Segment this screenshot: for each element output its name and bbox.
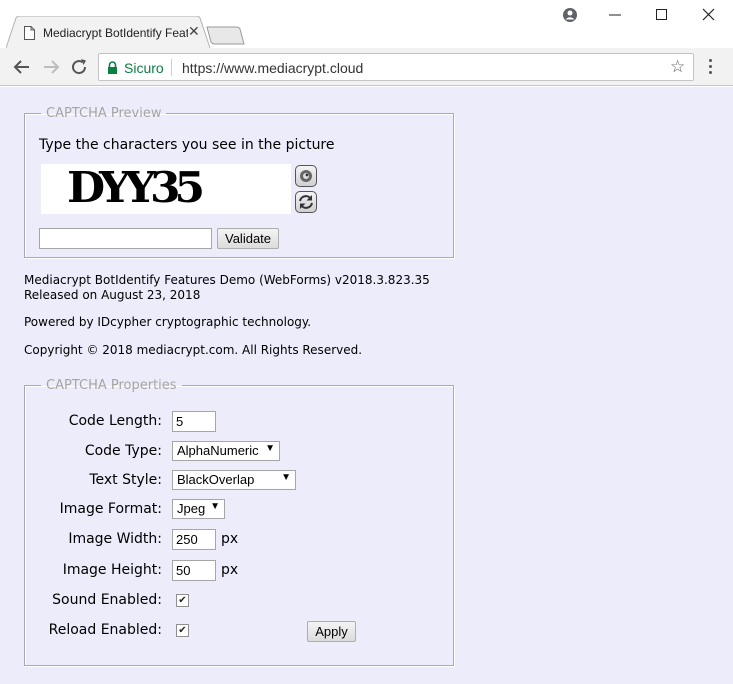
reload-captcha-icon bbox=[299, 195, 313, 209]
validate-button[interactable]: Validate bbox=[217, 228, 280, 249]
image-width-input[interactable] bbox=[172, 529, 216, 550]
version-info: Mediacrypt BotIdentify Features Demo (We… bbox=[24, 273, 430, 303]
copyright-text: Copyright © 2018 mediacrypt.com. All Rig… bbox=[24, 343, 363, 357]
reload-icon[interactable] bbox=[69, 57, 89, 77]
browser-toolbar: Sicuro https://www.mediacrypt.cloud ☆ bbox=[0, 48, 733, 86]
page-icon bbox=[24, 26, 35, 40]
dropdown-arrow-icon: ▼ bbox=[281, 472, 291, 483]
captcha-properties-legend: CAPTCHA Properties bbox=[46, 378, 177, 393]
address-bar[interactable]: Sicuro https://www.mediacrypt.cloud ☆ bbox=[98, 53, 694, 81]
minimize-icon[interactable] bbox=[608, 8, 622, 22]
image-format-value: Jpeg bbox=[177, 501, 206, 516]
code-type-label: Code Type: bbox=[84, 443, 162, 459]
speaker-icon bbox=[300, 170, 312, 182]
captcha-properties-panel: CAPTCHA Properties Code Length: Code Typ… bbox=[24, 378, 454, 666]
browser-titlebar: Mediacrypt BotIdentify Features Demo ✕ bbox=[0, 0, 733, 49]
profile-icon[interactable] bbox=[562, 7, 578, 23]
url-separator bbox=[171, 59, 172, 76]
captcha-instruction: Type the characters you see in the pictu… bbox=[39, 137, 335, 153]
captcha-preview-legend: CAPTCHA Preview bbox=[46, 106, 162, 121]
tab-title: Mediacrypt BotIdentify Features Demo bbox=[43, 26, 188, 40]
code-length-input[interactable] bbox=[172, 411, 216, 432]
captcha-preview-panel: CAPTCHA Preview Type the characters you … bbox=[24, 106, 454, 258]
close-window-icon[interactable] bbox=[702, 8, 716, 22]
code-length-label: Code Length: bbox=[68, 413, 162, 429]
forward-arrow-icon[interactable] bbox=[41, 57, 61, 77]
new-tab-button[interactable] bbox=[206, 26, 246, 46]
bookmark-star-icon[interactable]: ☆ bbox=[670, 57, 685, 77]
captcha-image: DYY35 bbox=[41, 164, 291, 214]
image-width-label: Image Width: bbox=[68, 531, 162, 547]
image-format-label: Image Format: bbox=[59, 501, 162, 517]
reload-enabled-checkbox[interactable]: ✔ bbox=[176, 624, 189, 637]
captcha-sound-button[interactable] bbox=[295, 165, 317, 187]
code-type-value: AlphaNumeric bbox=[177, 443, 259, 458]
image-height-label: Image Height: bbox=[62, 562, 162, 578]
text-style-select[interactable]: BlackOverlap ▼ bbox=[172, 470, 296, 490]
image-height-unit: px bbox=[221, 562, 239, 578]
captcha-answer-input[interactable] bbox=[39, 228, 212, 249]
text-style-value: BlackOverlap bbox=[177, 472, 255, 487]
image-format-select[interactable]: Jpeg ▼ bbox=[172, 499, 225, 519]
image-width-unit: px bbox=[221, 531, 239, 547]
apply-button[interactable]: Apply bbox=[307, 621, 356, 642]
image-height-input[interactable] bbox=[172, 560, 216, 581]
powered-by-text: Powered by IDcypher cryptographic techno… bbox=[24, 315, 312, 329]
captcha-text: DYY35 bbox=[67, 164, 202, 213]
code-type-select[interactable]: AlphaNumeric ▼ bbox=[172, 441, 280, 461]
dropdown-arrow-icon: ▼ bbox=[265, 443, 275, 454]
sound-enabled-label: Sound Enabled: bbox=[52, 592, 162, 608]
lock-icon bbox=[108, 61, 117, 74]
maximize-icon[interactable] bbox=[655, 8, 669, 22]
version-line: Mediacrypt BotIdentify Features Demo (We… bbox=[24, 273, 430, 287]
sound-enabled-checkbox[interactable]: ✔ bbox=[176, 594, 189, 607]
captcha-reload-button[interactable] bbox=[295, 191, 317, 213]
page-content: CAPTCHA Preview Type the characters you … bbox=[0, 87, 733, 684]
text-style-label: Text Style: bbox=[89, 472, 162, 488]
url-text[interactable]: https://www.mediacrypt.cloud bbox=[182, 60, 363, 76]
tab-close-icon[interactable]: ✕ bbox=[188, 24, 200, 40]
reload-enabled-label: Reload Enabled: bbox=[48, 622, 162, 638]
secure-label: Sicuro bbox=[124, 60, 164, 76]
back-arrow-icon[interactable] bbox=[12, 57, 32, 77]
release-date-line: Released on August 23, 2018 bbox=[24, 288, 201, 302]
browser-menu-icon[interactable] bbox=[703, 57, 717, 77]
dropdown-arrow-icon: ▼ bbox=[210, 501, 220, 512]
